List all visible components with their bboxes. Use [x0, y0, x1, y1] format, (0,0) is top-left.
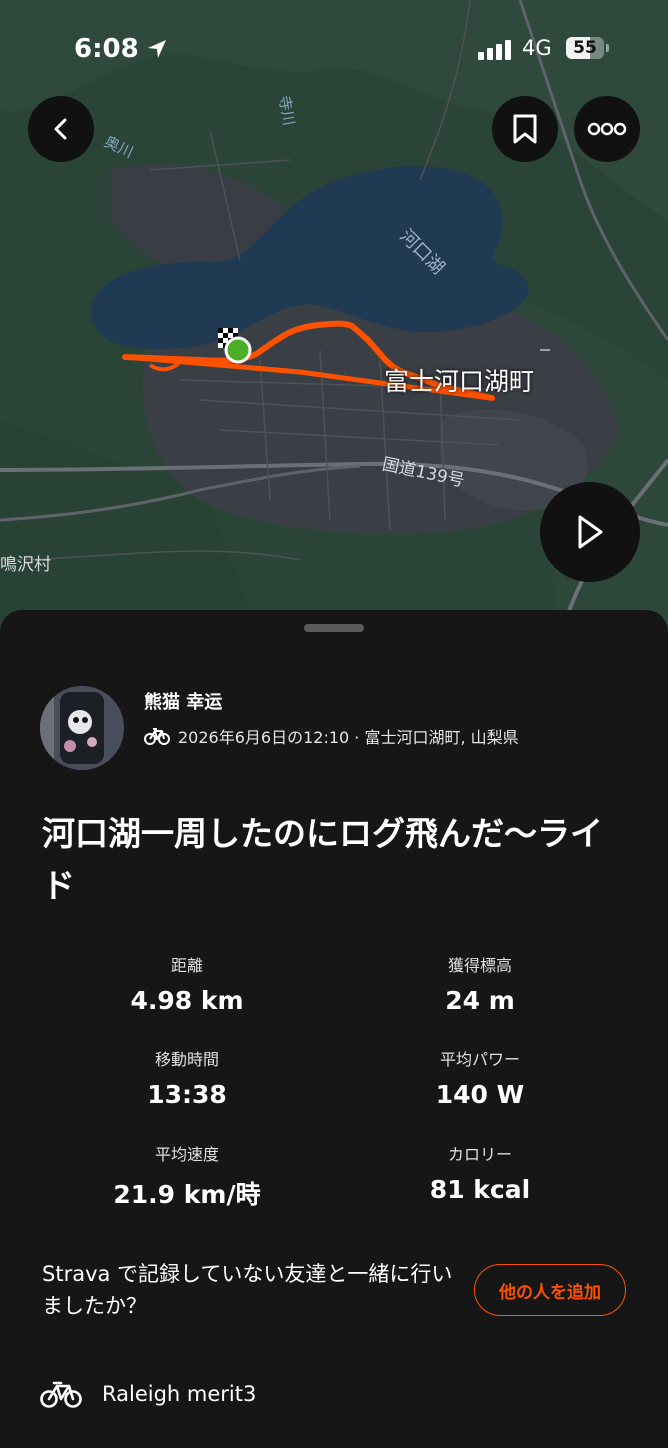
stat-value: 4.98 km — [130, 986, 244, 1015]
bookmark-button[interactable] — [492, 96, 558, 162]
activity-meta: 2026年6月6日の12:10 · 富士河口湖町, 山梨県 — [144, 724, 519, 748]
status-time: 6:08 — [74, 34, 139, 64]
stat-label: 平均速度 — [154, 1145, 219, 1164]
map-label-town: 富士河口湖町 — [384, 367, 535, 396]
more-icon — [587, 122, 627, 136]
map-label-village: 鳴沢村 — [0, 555, 51, 575]
stat-label: カロリー — [447, 1145, 512, 1164]
stat-moving-time: 移動時間 13:38 — [37, 1046, 337, 1109]
stat-value: 140 W — [435, 1080, 525, 1109]
location-arrow-icon — [148, 40, 166, 58]
back-button[interactable] — [28, 96, 94, 162]
gear-name: Raleigh merit3 — [102, 1382, 257, 1406]
stat-label: 距離 — [170, 956, 203, 975]
back-icon — [54, 118, 67, 140]
activity-sheet: 熊猫 幸运 2026年6月6日の12:10 · 富士河口湖町, 山梨県 河口湖一… — [0, 610, 668, 1448]
stat-value: 21.9 km/時 — [113, 1180, 261, 1209]
stat-value: 13:38 — [147, 1080, 227, 1109]
stat-avg-speed: 平均速度 21.9 km/時 — [37, 1141, 337, 1211]
stat-value: 81 kcal — [429, 1175, 531, 1204]
flyover-play-button[interactable] — [540, 482, 640, 582]
more-options-button[interactable] — [574, 96, 640, 162]
signal-icon — [478, 40, 511, 60]
athlete-name[interactable]: 熊猫 幸运 — [144, 688, 222, 714]
activity-title: 河口湖一周したのにログ飛んだ〜ライド — [42, 814, 603, 905]
play-icon — [578, 515, 603, 549]
status-bar: 6:08 4G 55 — [0, 0, 668, 100]
stat-calories: カロリー 81 kcal — [330, 1141, 630, 1204]
stat-distance: 距離 4.98 km — [37, 952, 337, 1015]
bike-icon — [144, 728, 170, 745]
battery-level: 55 — [573, 38, 597, 58]
stat-label: 平均パワー — [439, 1050, 520, 1069]
add-friends-prompt: Strava で記録していない友達と一緒に行いましたか？ — [42, 1262, 453, 1318]
stat-label: 獲得標高 — [447, 956, 512, 975]
stat-value: 24 m — [445, 986, 515, 1015]
sheet-drag-handle[interactable] — [304, 624, 364, 632]
add-people-button[interactable]: 他の人を追加 — [474, 1264, 626, 1316]
bike-icon — [40, 1381, 82, 1408]
bookmark-icon — [513, 114, 537, 144]
stat-elevation: 獲得標高 24 m — [330, 952, 630, 1015]
gear-row[interactable]: Raleigh merit3 — [40, 1380, 256, 1408]
battery-indicator: 55 — [566, 37, 610, 61]
stat-label: 移動時間 — [154, 1050, 219, 1069]
activity-date-location: 2026年6月6日の12:10 · 富士河口湖町, 山梨県 — [178, 728, 519, 747]
stat-avg-power: 平均パワー 140 W — [330, 1046, 630, 1109]
network-type: 4G — [522, 36, 552, 60]
avatar-image — [40, 686, 124, 770]
avatar[interactable] — [40, 686, 124, 770]
